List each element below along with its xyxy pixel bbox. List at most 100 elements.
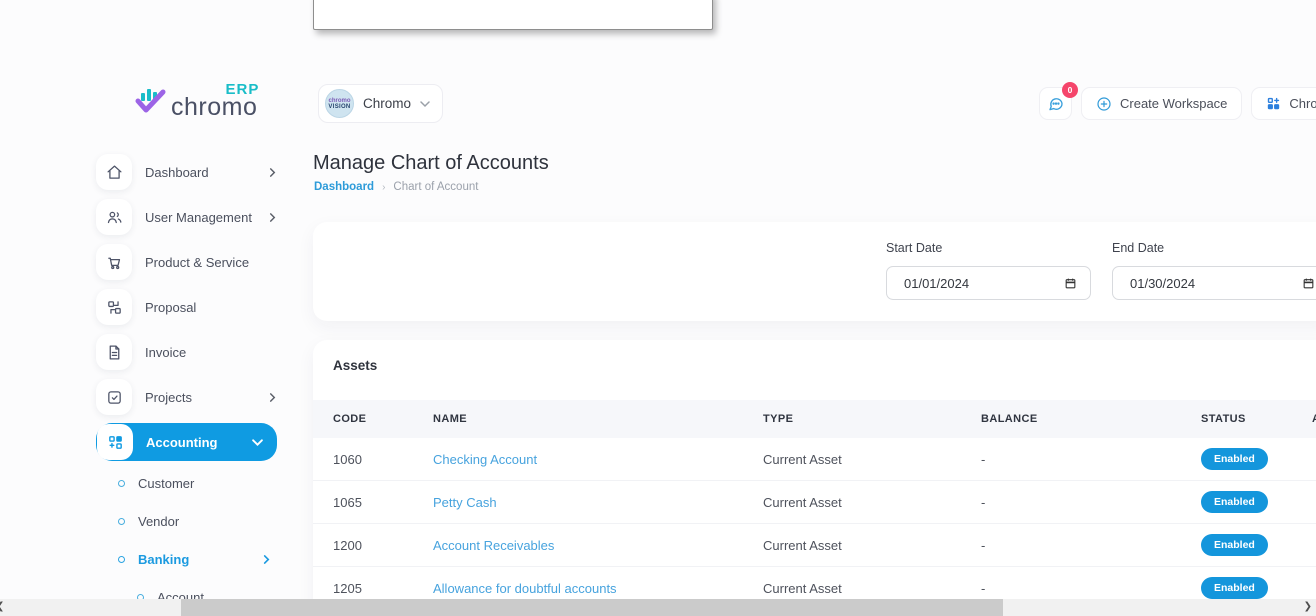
chat-button[interactable]: 0 bbox=[1039, 87, 1072, 120]
cell-balance: - bbox=[981, 581, 1201, 596]
submenu-item-banking[interactable]: Banking bbox=[118, 544, 277, 574]
bullet-icon bbox=[118, 556, 125, 563]
account-link[interactable]: Account Receivables bbox=[433, 538, 763, 553]
sidebar-item-label: Product & Service bbox=[145, 255, 249, 270]
start-date-label: Start Date bbox=[886, 241, 942, 255]
col-header-balance: BALANCE bbox=[981, 413, 1201, 425]
grid-swap-icon bbox=[96, 289, 132, 325]
home-icon bbox=[96, 154, 132, 190]
sidebar-item-label: User Management bbox=[145, 210, 252, 225]
breadcrumb-current: Chart of Account bbox=[393, 181, 478, 193]
table-body: 1060 Checking Account Current Asset - En… bbox=[313, 438, 1316, 610]
table-header-row: CODE NAME TYPE BALANCE STATUS ACTION bbox=[313, 400, 1316, 438]
check-square-icon bbox=[96, 379, 132, 415]
cell-balance: - bbox=[981, 495, 1201, 510]
submenu-item-customer[interactable]: Customer bbox=[118, 468, 277, 498]
table-row: 1200 Account Receivables Current Asset -… bbox=[313, 524, 1316, 567]
sidebar-item-label: Dashboard bbox=[145, 165, 209, 180]
end-date-label: End Date bbox=[1112, 241, 1164, 255]
account-link[interactable]: Checking Account bbox=[433, 452, 763, 467]
workspace-menu-button[interactable]: Chromo bbox=[1251, 87, 1316, 120]
sidebar: Dashboard User Management Product & Serv… bbox=[96, 153, 277, 616]
grid-plus-icon bbox=[97, 424, 133, 460]
scrollbar-left-arrow-icon[interactable]: ❮ bbox=[0, 601, 4, 612]
cell-code: 1065 bbox=[333, 495, 433, 510]
sidebar-item-projects[interactable]: Projects bbox=[96, 378, 277, 416]
cell-code: 1200 bbox=[333, 538, 433, 553]
plus-circle-icon bbox=[1096, 96, 1112, 112]
sidebar-item-accounting[interactable]: Accounting bbox=[96, 423, 277, 461]
status-badge[interactable]: Enabled bbox=[1201, 448, 1268, 470]
sidebar-item-label: Accounting bbox=[146, 435, 218, 450]
sidebar-item-product-service[interactable]: Product & Service bbox=[96, 243, 277, 281]
cell-type: Current Asset bbox=[763, 538, 981, 553]
calendar-icon[interactable] bbox=[1064, 277, 1077, 290]
grid-plus-icon bbox=[1266, 96, 1281, 111]
end-date-input[interactable]: 01/30/2024 bbox=[1112, 266, 1316, 300]
chevron-down-icon bbox=[252, 437, 263, 448]
chevron-down-icon bbox=[420, 99, 430, 109]
sidebar-item-dashboard[interactable]: Dashboard bbox=[96, 153, 277, 191]
sidebar-item-proposal[interactable]: Proposal bbox=[96, 288, 277, 326]
cell-code: 1060 bbox=[333, 452, 433, 467]
sidebar-item-label: Proposal bbox=[145, 300, 196, 315]
logo-check-bars-icon bbox=[133, 84, 169, 118]
table-row: 1060 Checking Account Current Asset - En… bbox=[313, 438, 1316, 481]
account-link[interactable]: Petty Cash bbox=[433, 495, 763, 510]
cell-type: Current Asset bbox=[763, 581, 981, 596]
sidebar-item-label: Projects bbox=[145, 390, 192, 405]
sidebar-item-label: Invoice bbox=[145, 345, 186, 360]
col-header-code: CODE bbox=[333, 413, 433, 425]
cell-balance: - bbox=[981, 452, 1201, 467]
page-title: Manage Chart of Accounts bbox=[313, 152, 549, 175]
workspace-avatar: chromo VISION bbox=[325, 89, 354, 118]
chevron-right-icon bbox=[268, 213, 277, 222]
cart-icon bbox=[96, 244, 132, 280]
create-workspace-label: Create Workspace bbox=[1120, 96, 1227, 111]
cell-balance: - bbox=[981, 538, 1201, 553]
logo-wordmark: chromo ERP bbox=[171, 95, 257, 120]
filter-panel: Start Date 01/01/2024 End Date 01/30/202… bbox=[313, 222, 1316, 321]
document-icon bbox=[96, 334, 132, 370]
chevron-right-icon bbox=[268, 168, 277, 177]
start-date-input[interactable]: 01/01/2024 bbox=[886, 266, 1091, 300]
account-link[interactable]: Allowance for doubtful accounts bbox=[433, 581, 763, 596]
sidebar-item-user-management[interactable]: User Management bbox=[96, 198, 277, 236]
chevron-right-icon bbox=[268, 393, 277, 402]
col-header-action: ACTION bbox=[1312, 413, 1316, 425]
status-badge[interactable]: Enabled bbox=[1201, 491, 1268, 513]
status-badge[interactable]: Enabled bbox=[1201, 534, 1268, 556]
topbar-actions: 0 Create Workspace Chromo bbox=[1039, 87, 1316, 120]
breadcrumb-dashboard-link[interactable]: Dashboard bbox=[314, 181, 374, 193]
workspace-selector[interactable]: chromo VISION Chromo bbox=[318, 84, 443, 123]
cell-type: Current Asset bbox=[763, 452, 981, 467]
bullet-icon bbox=[118, 480, 125, 487]
cell-type: Current Asset bbox=[763, 495, 981, 510]
breadcrumb: Dashboard › Chart of Account bbox=[314, 181, 478, 193]
chat-bubble-icon bbox=[1047, 95, 1065, 113]
app-logo: chromo ERP bbox=[133, 84, 257, 120]
notification-badge: 0 bbox=[1062, 82, 1078, 98]
col-header-name: NAME bbox=[433, 413, 763, 425]
scrollbar-right-arrow-icon[interactable]: ❯ bbox=[1304, 601, 1312, 612]
submenu-item-vendor[interactable]: Vendor bbox=[118, 506, 277, 536]
chevron-right-icon bbox=[262, 555, 271, 564]
scrollbar-thumb[interactable] bbox=[181, 599, 1003, 616]
cell-code: 1205 bbox=[333, 581, 433, 596]
section-title: Assets bbox=[333, 358, 377, 373]
workspace-name: Chromo bbox=[363, 96, 411, 111]
breadcrumb-separator: › bbox=[382, 182, 385, 193]
calendar-icon[interactable] bbox=[1302, 277, 1315, 290]
accounting-submenu: Customer Vendor Banking Account bbox=[96, 468, 277, 612]
floating-popup bbox=[313, 0, 713, 30]
workspace-menu-label: Chromo bbox=[1289, 96, 1316, 111]
logo-erp-suffix: ERP bbox=[226, 82, 260, 97]
table-row: 1065 Petty Cash Current Asset - Enabled bbox=[313, 481, 1316, 524]
col-header-status: STATUS bbox=[1201, 413, 1312, 425]
horizontal-scrollbar[interactable]: ❮ ❯ bbox=[0, 599, 1316, 616]
status-badge[interactable]: Enabled bbox=[1201, 577, 1268, 599]
col-header-type: TYPE bbox=[763, 413, 981, 425]
users-icon bbox=[96, 199, 132, 235]
create-workspace-button[interactable]: Create Workspace bbox=[1081, 87, 1242, 120]
sidebar-item-invoice[interactable]: Invoice bbox=[96, 333, 277, 371]
